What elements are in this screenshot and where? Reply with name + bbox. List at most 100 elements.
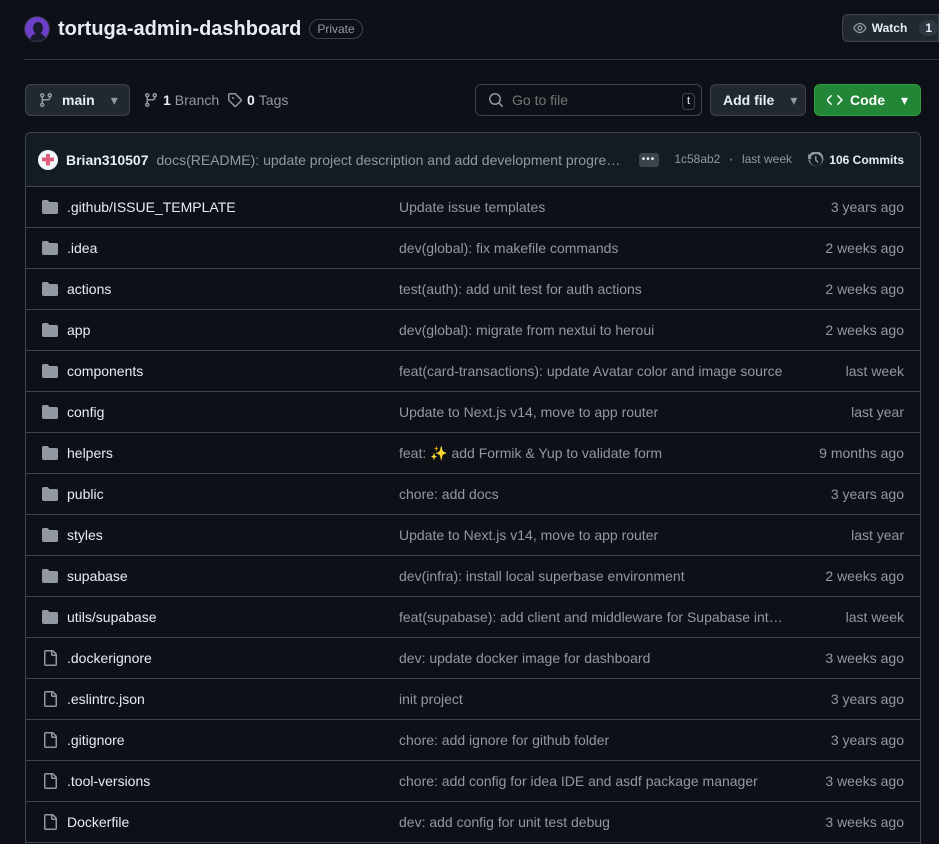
file-browser: Brian310507 docs(README): update project…: [25, 132, 921, 844]
chevron-down-icon: ▾: [110, 91, 118, 108]
commits-history-link[interactable]: 106 Commits: [808, 151, 904, 168]
file-name-link[interactable]: components: [67, 363, 143, 379]
expand-commit-message-button[interactable]: •••: [638, 152, 659, 167]
file-commit-time: 3 weeks ago: [825, 650, 904, 666]
file-commit-time: 2 weeks ago: [825, 240, 904, 256]
file-row[interactable]: .github/ISSUE_TEMPLATE Update issue templ…: [26, 187, 920, 228]
file-row[interactable]: components feat(card-transactions): updat…: [26, 351, 920, 392]
file-name-link[interactable]: actions: [67, 281, 111, 297]
file-commit-message-link[interactable]: feat(supabase): add client and middlewar…: [399, 609, 787, 625]
search-input[interactable]: [512, 92, 672, 108]
file-name-link[interactable]: styles: [67, 527, 103, 543]
file-commit-message-link[interactable]: Update issue templates: [399, 199, 787, 215]
file-row[interactable]: supabase dev(infra): install local superb…: [26, 556, 920, 597]
file-commit-time: last year: [851, 527, 904, 543]
file-commit-time: last year: [851, 404, 904, 420]
folder-icon: [42, 445, 60, 461]
file-commit-message-link[interactable]: feat(card-transactions): update Avatar c…: [399, 363, 787, 379]
branches-link[interactable]: 1 Branch: [143, 92, 219, 108]
visibility-badge: Private: [309, 19, 363, 39]
tags-count: 0: [247, 92, 255, 108]
folder-icon: [42, 609, 60, 625]
file-row[interactable]: helpers feat: ✨ add Formik & Yup to valid…: [26, 433, 920, 474]
commits-count-label: 106 Commits: [829, 152, 904, 167]
file-commit-message-link[interactable]: Update to Next.js v14, move to app route…: [399, 527, 787, 543]
owner-avatar[interactable]: [24, 16, 50, 42]
file-commit-message-link[interactable]: chore: add config for idea IDE and asdf …: [399, 773, 787, 789]
go-to-file-search[interactable]: t: [475, 84, 702, 116]
file-commit-message-link[interactable]: dev(global): fix makefile commands: [399, 240, 787, 256]
tags-label: Tags: [258, 92, 289, 108]
keyboard-shortcut-hint: t: [681, 93, 695, 110]
branches-label: Branch: [174, 92, 220, 108]
commit-author-link[interactable]: Brian310507: [66, 152, 149, 168]
folder-icon: [42, 322, 60, 338]
eye-icon: [853, 22, 867, 34]
file-name-link[interactable]: supabase: [67, 568, 128, 584]
file-commit-message-link[interactable]: chore: add docs: [399, 486, 787, 502]
file-name-link[interactable]: .eslintrc.json: [67, 691, 145, 707]
file-row[interactable]: actions test(auth): add unit test for aut…: [26, 269, 920, 310]
tags-link[interactable]: 0 Tags: [227, 92, 288, 108]
commit-hash-info[interactable]: 1c58ab2 · last week: [674, 152, 792, 167]
git-branch-icon: [145, 92, 157, 108]
file-row[interactable]: .dockerignore dev: update docker image fo…: [26, 638, 920, 679]
file-name-link[interactable]: .gitignore: [67, 732, 125, 748]
file-row[interactable]: .tool-versions chore: add config for idea…: [26, 761, 920, 802]
file-row[interactable]: .idea dev(global): fix makefile commands 2…: [26, 228, 920, 269]
file-commit-message-link[interactable]: dev: update docker image for dashboard: [399, 650, 787, 666]
file-row[interactable]: app dev(global): migrate from nextui to h…: [26, 310, 920, 351]
file-commit-message-link[interactable]: chore: add ignore for github folder: [399, 732, 787, 748]
file-commit-time: 2 weeks ago: [825, 568, 904, 584]
file-name-link[interactable]: app: [67, 322, 90, 338]
file-icon: [42, 732, 60, 748]
file-list: .github/ISSUE_TEMPLATE Update issue templ…: [26, 187, 920, 843]
file-name-link[interactable]: utils/supabase: [67, 609, 157, 625]
file-commit-time: 9 months ago: [819, 445, 904, 461]
file-row[interactable]: .gitignore chore: add ignore for github f…: [26, 720, 920, 761]
folder-icon: [42, 486, 60, 502]
file-name-link[interactable]: .github/ISSUE_TEMPLATE: [67, 199, 236, 215]
file-commit-message-link[interactable]: feat: ✨ add Formik & Yup to validate for…: [399, 445, 787, 462]
code-button[interactable]: Code ▾: [814, 84, 921, 116]
folder-icon: [42, 527, 60, 543]
folder-icon: [42, 240, 60, 256]
file-row[interactable]: public chore: add docs 3 years ago: [26, 474, 920, 515]
file-commit-time: 2 weeks ago: [825, 322, 904, 338]
file-commit-message-link[interactable]: Update to Next.js v14, move to app route…: [399, 404, 787, 420]
code-label: Code: [850, 92, 885, 108]
file-commit-message-link[interactable]: dev(global): migrate from nextui to hero…: [399, 322, 787, 338]
file-commit-time: last week: [845, 363, 904, 379]
file-commit-message-link[interactable]: dev: add config for unit test debug: [399, 814, 787, 830]
file-commit-message-link[interactable]: test(auth): add unit test for auth actio…: [399, 281, 787, 297]
chevron-down-icon: ▾: [901, 91, 909, 108]
file-name-link[interactable]: helpers: [67, 445, 113, 461]
commit-author-avatar[interactable]: [38, 149, 58, 170]
file-icon: [42, 814, 60, 830]
file-name-link[interactable]: .tool-versions: [67, 773, 150, 789]
repo-name-link[interactable]: tortuga-admin-dashboard: [58, 18, 301, 41]
branch-name: main: [62, 92, 95, 108]
file-row[interactable]: config Update to Next.js v14, move to app…: [26, 392, 920, 433]
file-commit-time: 3 years ago: [830, 199, 904, 215]
file-row[interactable]: .eslintrc.json init project 3 years ago: [26, 679, 920, 720]
search-icon: [489, 93, 503, 107]
file-commit-time: 3 years ago: [830, 486, 904, 502]
file-name-link[interactable]: Dockerfile: [67, 814, 129, 830]
file-name-link[interactable]: .dockerignore: [67, 650, 152, 666]
file-row[interactable]: utils/supabase feat(supabase): add client…: [26, 597, 920, 638]
watch-count: 1: [919, 20, 938, 36]
file-commit-message-link[interactable]: dev(infra): install local superbase envi…: [399, 568, 787, 584]
add-file-button[interactable]: Add file ▾: [710, 84, 806, 116]
file-commit-time: 3 years ago: [830, 691, 904, 707]
watch-button[interactable]: Watch 1: [842, 14, 939, 42]
file-name-link[interactable]: public: [67, 486, 104, 502]
branch-select-button[interactable]: main ▾: [25, 84, 130, 116]
file-commit-message-link[interactable]: init project: [399, 691, 787, 707]
commit-message-link[interactable]: docs(README): update project description…: [157, 152, 627, 168]
file-name-link[interactable]: config: [67, 404, 104, 420]
file-name-link[interactable]: .idea: [67, 240, 97, 256]
file-row[interactable]: styles Update to Next.js v14, move to app…: [26, 515, 920, 556]
file-row[interactable]: Dockerfile dev: add config for unit test …: [26, 802, 920, 843]
repo-toolbar: main ▾ 1 Branch 0 Tags t Add file ▾ Code…: [25, 84, 921, 116]
